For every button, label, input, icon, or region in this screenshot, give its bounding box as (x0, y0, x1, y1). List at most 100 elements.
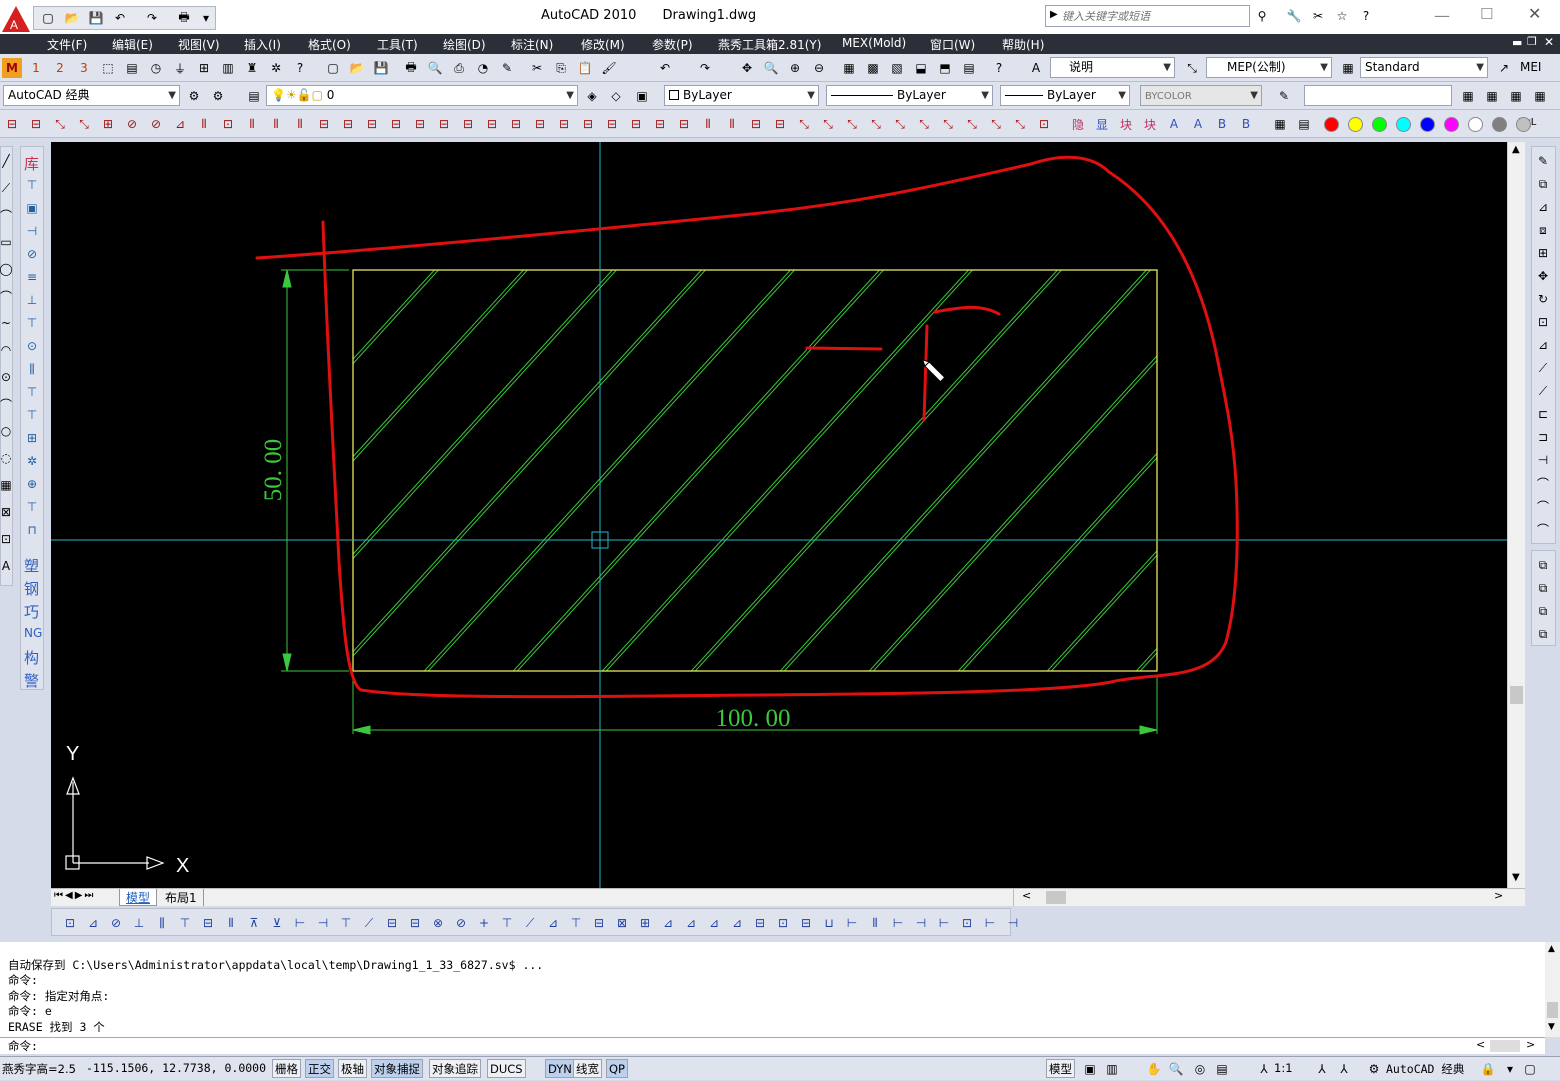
dimension-tool-icon[interactable]: ⊢ (842, 913, 862, 933)
model-space-button[interactable]: 模型 (1046, 1059, 1075, 1078)
open-icon[interactable]: 📂 (347, 58, 367, 78)
scroll-down-icon[interactable]: ▼ (1548, 1022, 1555, 1032)
menu-draw[interactable]: 绘图(D) (443, 36, 486, 53)
layer-previous-icon[interactable]: ◇ (606, 86, 626, 106)
tab-layout1[interactable]: 布局1 (159, 889, 204, 906)
favorites-star-icon[interactable]: ☆ (1332, 6, 1352, 26)
status-toggle[interactable]: 栅格 (272, 1059, 301, 1078)
lineweight-select[interactable]: ByLayer ▼ (1000, 85, 1130, 106)
draw-tool-icon[interactable]: ⌒ (0, 205, 16, 225)
layer-manager-icon[interactable]: ▤ (244, 86, 264, 106)
draw-tool-icon[interactable]: ▦ (0, 475, 16, 495)
dimension-tool-icon[interactable]: ⊿ (704, 913, 724, 933)
yanxiu-dim-tool-icon[interactable]: ⊡ (1034, 114, 1054, 134)
modify-tool-icon[interactable]: ⊏ (1533, 404, 1553, 424)
dimension-tool-icon[interactable]: ⊟ (382, 913, 402, 933)
mold-tool-icon[interactable]: ▣ (22, 198, 42, 218)
yanxiu-dim-tool-icon[interactable]: ⊟ (2, 114, 22, 134)
preview-icon[interactable]: 🔍 (425, 58, 445, 78)
clean-screen-icon[interactable]: ▢ (1520, 1059, 1540, 1079)
palette-color-swatch[interactable] (1420, 117, 1435, 132)
plot-icon[interactable]: 🖶 (401, 58, 421, 78)
menu-edit[interactable]: 编辑(E) (112, 36, 153, 53)
modify-tool-icon[interactable]: ⌒ (1533, 519, 1553, 539)
modify-tool-icon[interactable]: ✎ (1533, 151, 1553, 171)
mold-tool-icon[interactable]: ⊓ (22, 520, 42, 540)
menu-yanxiu[interactable]: 燕秀工具箱2.81(Y) (718, 36, 821, 53)
pan-icon[interactable]: ✋ (1144, 1059, 1164, 1079)
yanxiu-dim-tool-icon[interactable]: ⤡ (50, 114, 70, 134)
palette-color-swatch[interactable] (1348, 117, 1363, 132)
draw-tool-icon[interactable]: ⊙ (0, 367, 16, 387)
tool-b-icon[interactable]: ▤ (122, 58, 142, 78)
dimension-vertical[interactable] (281, 269, 349, 672)
draw-tool-icon[interactable]: ⌒ (0, 286, 16, 306)
yanxiu-dim-tool-icon[interactable]: ⊟ (506, 114, 526, 134)
help-icon[interactable]: ? (989, 58, 1009, 78)
status-toggle[interactable]: 对象捕捉 (371, 1059, 423, 1078)
vertical-scrollbar[interactable]: ▲ ▼ (1507, 142, 1525, 888)
rectangle-boundary[interactable] (352, 269, 1158, 672)
horizontal-scroll-thumb[interactable] (1046, 891, 1066, 904)
yanxiu-dim-tool-icon[interactable]: ⊟ (410, 114, 430, 134)
text-a-icon[interactable]: A (1164, 114, 1184, 134)
search-input[interactable] (1062, 8, 1242, 24)
doc-minimize-button[interactable]: ▬ (1512, 36, 1522, 49)
scroll-right-icon[interactable]: > (1526, 1038, 1535, 1051)
menu-format[interactable]: 格式(O) (308, 36, 351, 53)
tool-f-icon[interactable]: ▦ (1458, 86, 1478, 106)
dimension-tool-icon[interactable]: ⊡ (773, 913, 793, 933)
undo-icon[interactable]: ↶ (655, 58, 675, 78)
dimension-tool-icon[interactable]: ⊢ (980, 913, 1000, 933)
mold-tool-icon[interactable]: ⊕ (22, 474, 42, 494)
modify-tool-icon[interactable]: ⊞ (1533, 243, 1553, 263)
expand-icon[interactable]: ▶ (1050, 9, 1058, 20)
yanxiu-dim-tool-icon[interactable]: ⊟ (626, 114, 646, 134)
yanxiu-dim-tool-icon[interactable]: ⊡ (218, 114, 238, 134)
yanxiu-dim-tool-icon[interactable]: ⤡ (986, 114, 1006, 134)
mold-tool-icon[interactable]: ⫼ (22, 359, 42, 379)
status-toggle[interactable]: QP (606, 1059, 628, 1078)
tool-a-icon[interactable]: ⬚ (98, 58, 118, 78)
gear-icon[interactable]: ✲ (266, 58, 286, 78)
dimension-tool-icon[interactable]: ⊿ (83, 913, 103, 933)
dimension-tool-icon[interactable]: + (474, 913, 494, 933)
new-icon[interactable]: ▢ (38, 8, 58, 28)
ng-label[interactable]: NG (24, 626, 42, 640)
menu-file[interactable]: 文件(F) (47, 36, 87, 53)
quick-view-drawings-icon[interactable]: ▥ (1102, 1059, 1122, 1079)
draw-tool-icon[interactable]: ▭ (0, 232, 16, 252)
dimension-tool-icon[interactable]: ⊘ (451, 913, 471, 933)
menu-view[interactable]: 视图(V) (178, 36, 220, 53)
properties-icon[interactable]: ▦ (839, 58, 859, 78)
show-icon[interactable]: 显 (1092, 114, 1112, 134)
dim-text-horizontal[interactable]: 100. 00 (716, 705, 791, 732)
yanxiu-dim-tool-icon[interactable]: ⊟ (26, 114, 46, 134)
draw-tool-icon[interactable]: ⌒ (0, 394, 16, 414)
workspace-select[interactable]: AutoCAD 经典 ▼ (3, 85, 180, 106)
scroll-up-icon[interactable]: ▲ (1548, 944, 1555, 954)
yanxiu-dim-tool-icon[interactable]: ⊞ (98, 114, 118, 134)
app-menu-button[interactable]: A (0, 2, 32, 34)
tab-nav-icons[interactable]: ⏮◀▶⏭ (54, 890, 95, 901)
multileader-style-icon[interactable]: ↗ (1494, 58, 1514, 78)
yanxiu-dim-tool-icon[interactable]: ⫴ (242, 114, 262, 134)
mold-tool-icon[interactable]: ≡ (22, 267, 42, 287)
dimension-tool-icon[interactable]: ⊻ (267, 913, 287, 933)
yanxiu-dim-tool-icon[interactable]: ⊟ (434, 114, 454, 134)
color-grid-icon[interactable]: ▦ (1270, 114, 1290, 134)
text-c-icon[interactable]: B (1212, 114, 1232, 134)
menu-modify[interactable]: 修改(M) (581, 36, 625, 53)
chevron-down-icon[interactable]: ▾ (1500, 1059, 1520, 1079)
mold-tool-icon[interactable]: ⊞ (22, 428, 42, 448)
calculator-icon[interactable]: ▤ (959, 58, 979, 78)
yanxiu-dim-tool-icon[interactable]: ⊟ (746, 114, 766, 134)
mold-tool-icon[interactable]: ⊘ (22, 244, 42, 264)
structure-label[interactable]: 构 (24, 647, 39, 668)
menu-help[interactable]: 帮助(H) (1002, 36, 1044, 53)
modify-tool-icon[interactable]: ⌒ (1533, 496, 1553, 516)
yanxiu-dim-tool-icon[interactable]: ⊟ (338, 114, 358, 134)
tool-d-icon[interactable]: ▥ (218, 58, 238, 78)
mold-tool-icon[interactable]: ⊙ (22, 336, 42, 356)
help-icon[interactable]: ? (290, 58, 310, 78)
